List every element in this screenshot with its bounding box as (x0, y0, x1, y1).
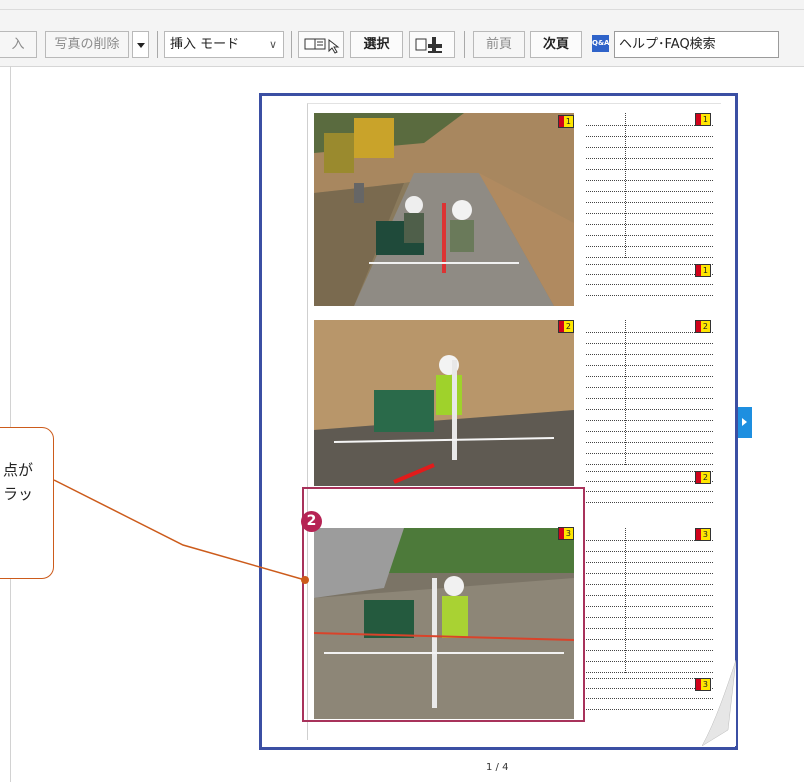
callout-text-line-2: ラッ (3, 485, 34, 503)
info-number-badge: 3 (695, 528, 711, 541)
pane-divider (10, 66, 11, 782)
select-button[interactable]: 選択 (350, 31, 403, 58)
help-faq-search-field[interactable]: ヘルプ･FAQ検索 (614, 31, 779, 58)
toolbar-separator (464, 31, 465, 58)
info-number-badge: 1 (695, 264, 711, 277)
next-page-button[interactable]: 次頁 (530, 31, 582, 58)
insert-cursor-icon (415, 37, 442, 53)
qa-icon: Q&A (592, 35, 609, 52)
step-number-badge: 2 (301, 511, 322, 532)
layout-select-icon-button[interactable] (298, 31, 344, 58)
measurement-table-1 (586, 264, 713, 296)
photo-info-table-3 (586, 528, 713, 673)
page-curl-icon (702, 660, 736, 746)
photo-info-table-2 (586, 320, 713, 465)
toolbar-separator (157, 31, 158, 58)
info-number-badge: 1 (695, 113, 711, 126)
next-page-arrow-icon[interactable] (738, 407, 752, 438)
info-number-badge: 2 (695, 471, 711, 484)
info-number-badge: 2 (695, 320, 711, 333)
delete-dropdown-arrow[interactable] (132, 31, 149, 58)
insert-cursor-icon-button[interactable] (409, 31, 455, 58)
insert-mode-select[interactable]: 挿入 モード ∨ (164, 31, 284, 58)
measurement-table-3 (586, 678, 713, 710)
photo-info-table-1 (586, 113, 713, 258)
selected-photo-highlight (302, 487, 585, 722)
site-photo-2[interactable] (314, 320, 574, 486)
insert-mode-value: 挿入 モード (170, 37, 240, 52)
chevron-down-icon: ∨ (268, 38, 277, 51)
construction-photo-image (314, 113, 574, 306)
photo-number-badge: 1 (558, 115, 574, 128)
site-photo-1[interactable] (314, 113, 574, 306)
instruction-callout: 点が ラッ (0, 427, 54, 579)
layout-cursor-icon (304, 38, 340, 54)
toolbar: 入 写真の削除 挿入 モード ∨ 選択 前頁 次頁 Q&A ヘルプ･FAQ検索 (0, 0, 804, 67)
delete-photo-button[interactable]: 写真の削除 (45, 31, 129, 58)
prev-page-button[interactable]: 前頁 (473, 31, 525, 58)
construction-photo-image (314, 320, 574, 486)
page-indicator: 1 / 4 (486, 762, 509, 773)
photo-number-badge: 2 (558, 320, 574, 333)
insert-button[interactable]: 入 (0, 31, 37, 58)
toolbar-top-divider (0, 9, 804, 10)
toolbar-separator (291, 31, 292, 58)
callout-text-line-1: 点が (3, 461, 34, 479)
measurement-table-2 (586, 471, 713, 503)
